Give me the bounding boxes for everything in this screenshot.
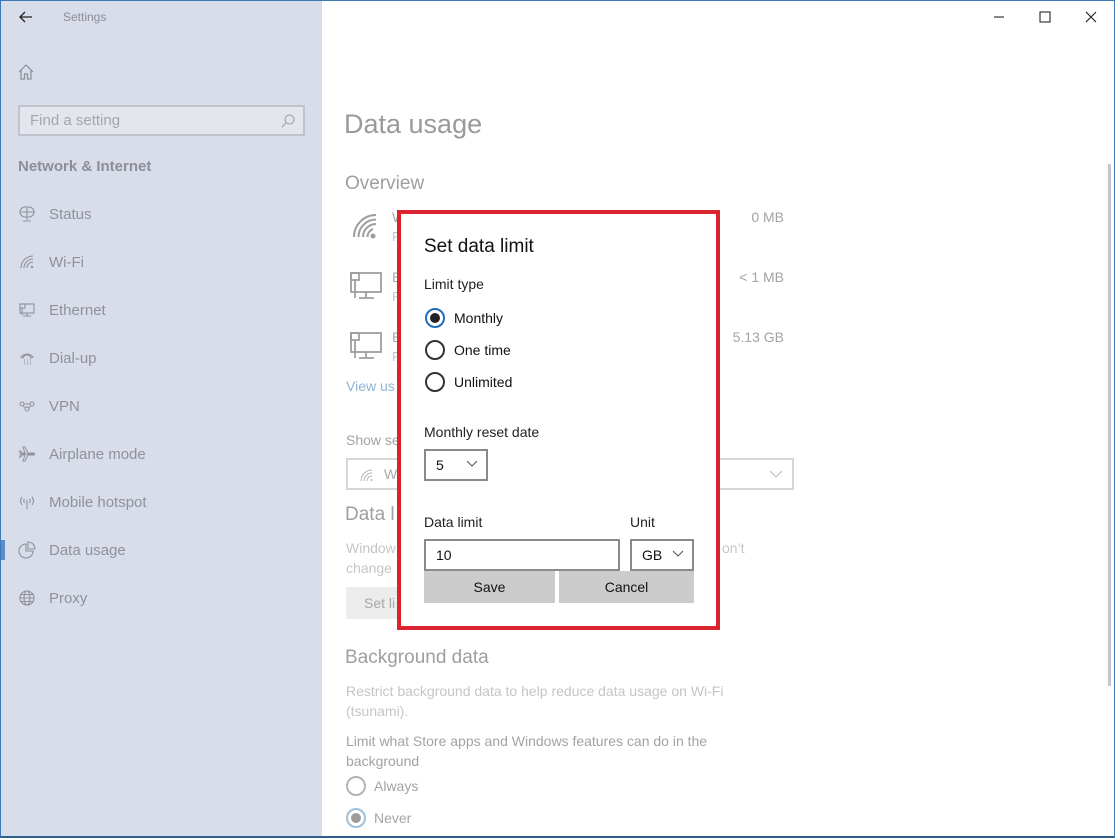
dialog-title: Set data limit <box>424 236 534 257</box>
sidebar-item-label: Data usage <box>49 541 126 559</box>
limit-type-label: Limit type <box>424 276 484 292</box>
ethernet-icon <box>350 272 382 299</box>
globe-monitor-icon <box>17 204 37 224</box>
show-settings-label: Show se <box>346 432 400 448</box>
sidebar-item-ethernet[interactable]: Ethernet <box>1 290 322 330</box>
data-limit-heading: Data l <box>345 504 395 525</box>
home-button[interactable] <box>17 63 39 85</box>
reset-date-select[interactable]: 5 <box>424 449 488 481</box>
radio-never[interactable]: Never <box>346 807 546 829</box>
radio-label: Monthly <box>454 310 504 326</box>
section-title: Network & Internet <box>18 158 152 175</box>
radio-always[interactable]: Always <box>346 775 546 797</box>
sidebar-item-label: VPN <box>49 397 80 415</box>
radio-circle-checked <box>346 808 366 828</box>
radio-label: One time <box>454 342 511 358</box>
wifi-icon <box>17 252 37 272</box>
dialup-phone-icon <box>17 348 37 368</box>
ethernet-icon <box>350 332 382 359</box>
radio-one-time[interactable]: One time <box>425 338 511 362</box>
radio-label: Always <box>374 778 419 794</box>
sidebar-item-label: Status <box>49 205 92 223</box>
sidebar-item-mobile-hotspot[interactable]: Mobile hotspot <box>1 482 322 522</box>
search-box[interactable] <box>18 105 305 136</box>
app-title: Settings <box>63 10 107 24</box>
back-button[interactable] <box>15 6 37 28</box>
unit-label: Unit <box>630 514 655 530</box>
save-button[interactable]: Save <box>424 571 555 603</box>
vpn-icon <box>17 396 37 416</box>
hotspot-icon <box>17 492 37 512</box>
chevron-down-icon <box>466 460 478 467</box>
wifi-icon <box>353 214 377 239</box>
sidebar-item-label: Proxy <box>49 589 88 607</box>
search-icon <box>281 114 295 128</box>
sidebar-item-proxy[interactable]: Proxy <box>1 578 322 618</box>
radio-label: Never <box>374 810 412 826</box>
data-limit-desc-line1: Window <box>346 540 396 556</box>
usage-value: < 1 MB <box>739 269 784 285</box>
unit-value: GB <box>642 547 663 563</box>
search-input[interactable] <box>20 107 270 134</box>
settings-window: Settings Network & Internet Status Wi <box>0 0 1115 838</box>
limit-store-apps-label: Limit what Store apps and Windows featur… <box>346 733 708 769</box>
chevron-down-icon <box>672 550 684 557</box>
set-data-limit-dialog: Set data limit Limit type Monthly One ti… <box>397 210 720 630</box>
sidebar-item-label: Dial-up <box>49 349 97 367</box>
sidebar-item-data-usage[interactable]: Data usage <box>1 530 322 570</box>
sidebar-item-status[interactable]: Status <box>1 194 322 234</box>
back-arrow-icon <box>19 11 32 23</box>
scrollbar[interactable] <box>1108 164 1111 686</box>
radio-circle-checked <box>425 308 445 328</box>
usage-value: 0 MB <box>751 209 784 225</box>
sidebar-item-vpn[interactable]: VPN <box>1 386 322 426</box>
sidebar-item-dialup[interactable]: Dial-up <box>1 338 322 378</box>
network-select-value: W <box>384 466 398 482</box>
reset-date-value: 5 <box>436 457 444 473</box>
usage-value: 5.13 GB <box>732 329 784 345</box>
data-limit-desc-tail: on’t <box>722 540 745 556</box>
radio-circle <box>425 340 445 360</box>
sidebar-item-label: Mobile hotspot <box>49 493 147 511</box>
sidebar-item-airplane-mode[interactable]: Airplane mode <box>1 434 322 474</box>
cancel-button[interactable]: Cancel <box>559 571 694 603</box>
view-usage-link[interactable]: View us <box>346 378 395 394</box>
globe-icon <box>17 588 37 608</box>
reset-date-label: Monthly reset date <box>424 424 540 440</box>
radio-monthly[interactable]: Monthly <box>425 306 503 330</box>
data-limit-label: Data limit <box>424 514 483 530</box>
data-limit-desc-line2: change <box>346 560 392 576</box>
chevron-down-icon <box>769 470 783 478</box>
sidebar-item-label: Ethernet <box>49 301 106 319</box>
page-title: Data usage <box>344 109 483 139</box>
radio-unlimited[interactable]: Unlimited <box>425 370 512 394</box>
sidebar-item-label: Wi-Fi <box>49 253 84 271</box>
airplane-icon <box>17 444 37 464</box>
data-limit-field[interactable] <box>424 539 620 571</box>
sidebar-item-wifi[interactable]: Wi-Fi <box>1 242 322 282</box>
radio-label: Unlimited <box>454 374 513 390</box>
pie-chart-icon <box>17 540 37 560</box>
home-icon <box>18 64 34 80</box>
ethernet-icon <box>17 300 37 320</box>
data-limit-input[interactable] <box>426 541 618 569</box>
background-data-heading: Background data <box>345 647 489 668</box>
radio-circle <box>346 776 366 796</box>
background-data-desc: Restrict background data to help reduce … <box>346 683 724 719</box>
radio-circle <box>425 372 445 392</box>
sidebar-item-label: Airplane mode <box>49 445 146 463</box>
unit-select[interactable]: GB <box>630 539 694 571</box>
overview-heading: Overview <box>345 173 425 194</box>
sidebar: Settings Network & Internet Status Wi <box>1 1 322 836</box>
wifi-icon <box>360 469 373 482</box>
